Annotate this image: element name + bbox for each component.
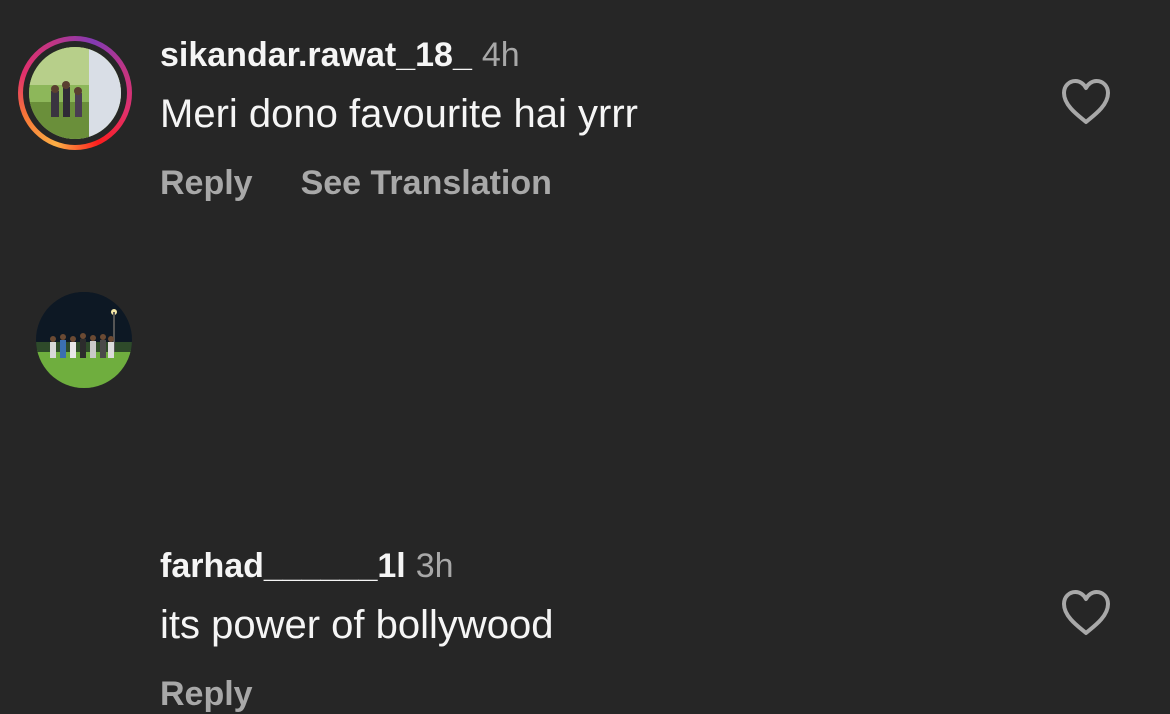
comment-timestamp: 4h — [481, 36, 520, 74]
comment-item: sikandar.rawat_18_ 4h Meri dono favourite… — [0, 0, 1170, 250]
comment-text: its power of bollywood — [160, 603, 554, 647]
like-button[interactable] — [1060, 78, 1112, 126]
reply-button[interactable]: Reply — [160, 675, 253, 713]
avatar[interactable] — [18, 36, 132, 150]
comment-timestamp: 3h — [415, 547, 454, 585]
avatar-photo-icon — [29, 47, 121, 139]
avatar-image — [36, 292, 132, 388]
avatar-photo-icon — [36, 292, 132, 388]
heart-outline-icon — [1062, 79, 1110, 124]
username-link[interactable]: farhad______1l — [160, 547, 406, 585]
comment-text: Meri dono favourite hai yrrr — [160, 92, 638, 136]
comment-item — [0, 256, 1170, 512]
username-link[interactable]: sikandar.rawat_18_ — [160, 36, 472, 74]
heart-outline-icon — [1062, 590, 1110, 635]
comment-actions: Reply — [160, 675, 253, 714]
avatar[interactable] — [36, 292, 132, 388]
like-button[interactable] — [1060, 589, 1112, 637]
see-translation-button[interactable]: See Translation — [301, 164, 552, 202]
avatar-image — [29, 47, 121, 139]
reply-button[interactable]: Reply — [160, 164, 253, 202]
comment-header: sikandar.rawat_18_ 4h — [160, 36, 520, 75]
avatar-story-ring-gap — [23, 41, 127, 145]
comment-actions: Reply See Translation — [160, 164, 552, 203]
comment-header: farhad______1l 3h — [160, 547, 454, 586]
